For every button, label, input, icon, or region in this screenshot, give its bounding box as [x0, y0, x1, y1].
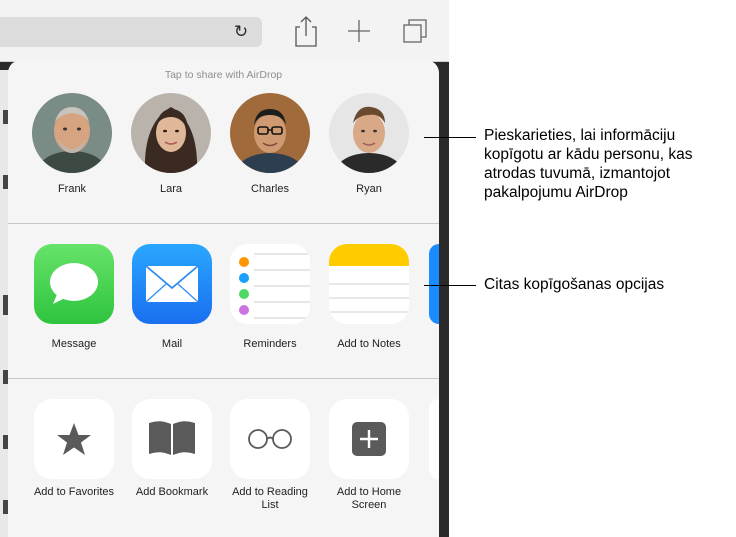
airdrop-person-charles[interactable]: Charles — [228, 93, 312, 195]
action-label: Add to Home Screen — [336, 486, 402, 511]
ipad-screen: ↻ Tap to share with AirDrop Frank Lara C… — [0, 0, 449, 537]
action-add-bookmark[interactable]: Add Bookmark — [126, 399, 218, 499]
action-label: Add to Reading List — [232, 486, 308, 511]
action-tile — [34, 399, 114, 479]
action-add-to-favorites[interactable]: Add to Favorites — [28, 399, 120, 499]
address-bar[interactable]: ↻ — [0, 17, 262, 47]
callout-line-airdrop — [424, 137, 476, 138]
action-tile — [230, 399, 310, 479]
action-tile — [132, 399, 212, 479]
more-action-tile[interactable] — [429, 399, 439, 479]
avatar — [32, 93, 112, 173]
person-name: Charles — [251, 183, 289, 195]
airdrop-person-lara[interactable]: Lara — [129, 93, 213, 195]
airdrop-header: Tap to share with AirDrop — [164, 69, 283, 81]
book-icon — [149, 421, 195, 455]
mail-icon — [132, 244, 212, 324]
tabs-icon[interactable] — [398, 13, 434, 49]
action-label: Add Bookmark — [135, 486, 209, 498]
app-label: Mail — [161, 338, 183, 350]
airdrop-person-ryan[interactable]: Ryan — [327, 93, 411, 195]
avatar — [230, 93, 310, 173]
airdrop-person-frank[interactable]: Frank — [30, 93, 114, 195]
reminders-icon — [230, 244, 310, 324]
share-sheet: Tap to share with AirDrop Frank Lara Cha… — [8, 60, 439, 537]
app-reminders[interactable]: Reminders — [224, 244, 316, 351]
divider — [8, 223, 439, 224]
app-label: Reminders — [243, 338, 297, 350]
avatar — [329, 93, 409, 173]
avatar — [131, 93, 211, 173]
action-label: Add to Favorites — [33, 486, 115, 498]
action-add-to-home-screen[interactable]: Add to Home Screen — [323, 399, 415, 512]
action-add-to-reading-list[interactable]: Add to Reading List — [224, 399, 316, 512]
app-notes[interactable]: Add to Notes — [323, 244, 415, 351]
app-message[interactable]: Message — [28, 244, 120, 351]
reload-icon[interactable]: ↻ — [231, 22, 251, 42]
safari-toolbar: ↻ — [0, 0, 449, 62]
plus-icon[interactable] — [341, 13, 377, 49]
person-name: Frank — [57, 183, 87, 195]
app-label: Message — [51, 338, 97, 350]
notes-icon — [329, 244, 409, 324]
divider — [8, 378, 439, 379]
more-app-tile[interactable] — [429, 244, 439, 324]
callout-line-share-options — [424, 285, 476, 286]
plus-square-icon — [352, 422, 386, 456]
person-name: Ryan — [356, 183, 382, 195]
action-tile — [329, 399, 409, 479]
person-name: Lara — [159, 183, 183, 195]
callout-share-options: Citas kopīgošanas opcijas — [484, 276, 665, 293]
app-mail[interactable]: Mail — [126, 244, 218, 351]
callout-airdrop: Pieskarieties, lai informāciju kopīgotu … — [484, 127, 693, 201]
glasses-icon — [248, 429, 292, 449]
message-icon — [34, 244, 114, 324]
share-icon[interactable] — [288, 13, 324, 49]
app-label: Add to Notes — [337, 338, 401, 350]
star-icon — [57, 423, 91, 455]
